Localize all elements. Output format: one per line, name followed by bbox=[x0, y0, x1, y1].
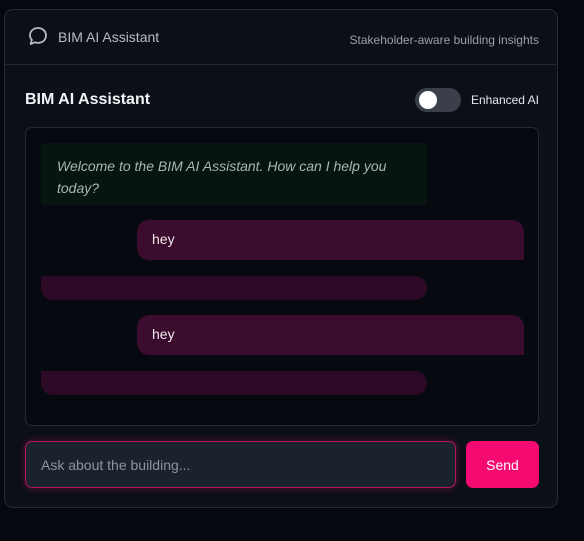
assistant-panel: BIM AI Assistant Stakeholder-aware build… bbox=[4, 9, 558, 508]
send-button[interactable]: Send bbox=[466, 441, 539, 488]
assistant-message bbox=[41, 371, 427, 395]
section-title: BIM AI Assistant bbox=[25, 91, 151, 108]
user-message: hey bbox=[137, 315, 524, 355]
message-input-wrapper bbox=[25, 441, 456, 488]
chat-bubble-icon bbox=[27, 25, 49, 47]
message-input[interactable] bbox=[26, 442, 455, 487]
enhanced-ai-label: Enhanced AI bbox=[470, 93, 539, 107]
assistant-message: Welcome to the BIM AI Assistant. How can… bbox=[41, 143, 427, 205]
chat-history[interactable]: Welcome to the BIM AI Assistant. How can… bbox=[25, 127, 539, 426]
user-message: hey bbox=[137, 220, 524, 260]
assistant-message bbox=[41, 276, 427, 300]
panel-header: BIM AI Assistant Stakeholder-aware build… bbox=[5, 10, 557, 65]
enhanced-ai-toggle[interactable] bbox=[415, 88, 461, 112]
header-subtitle: Stakeholder-aware building insights bbox=[349, 33, 539, 47]
toggle-knob bbox=[419, 91, 437, 109]
header-title: BIM AI Assistant bbox=[58, 29, 160, 45]
